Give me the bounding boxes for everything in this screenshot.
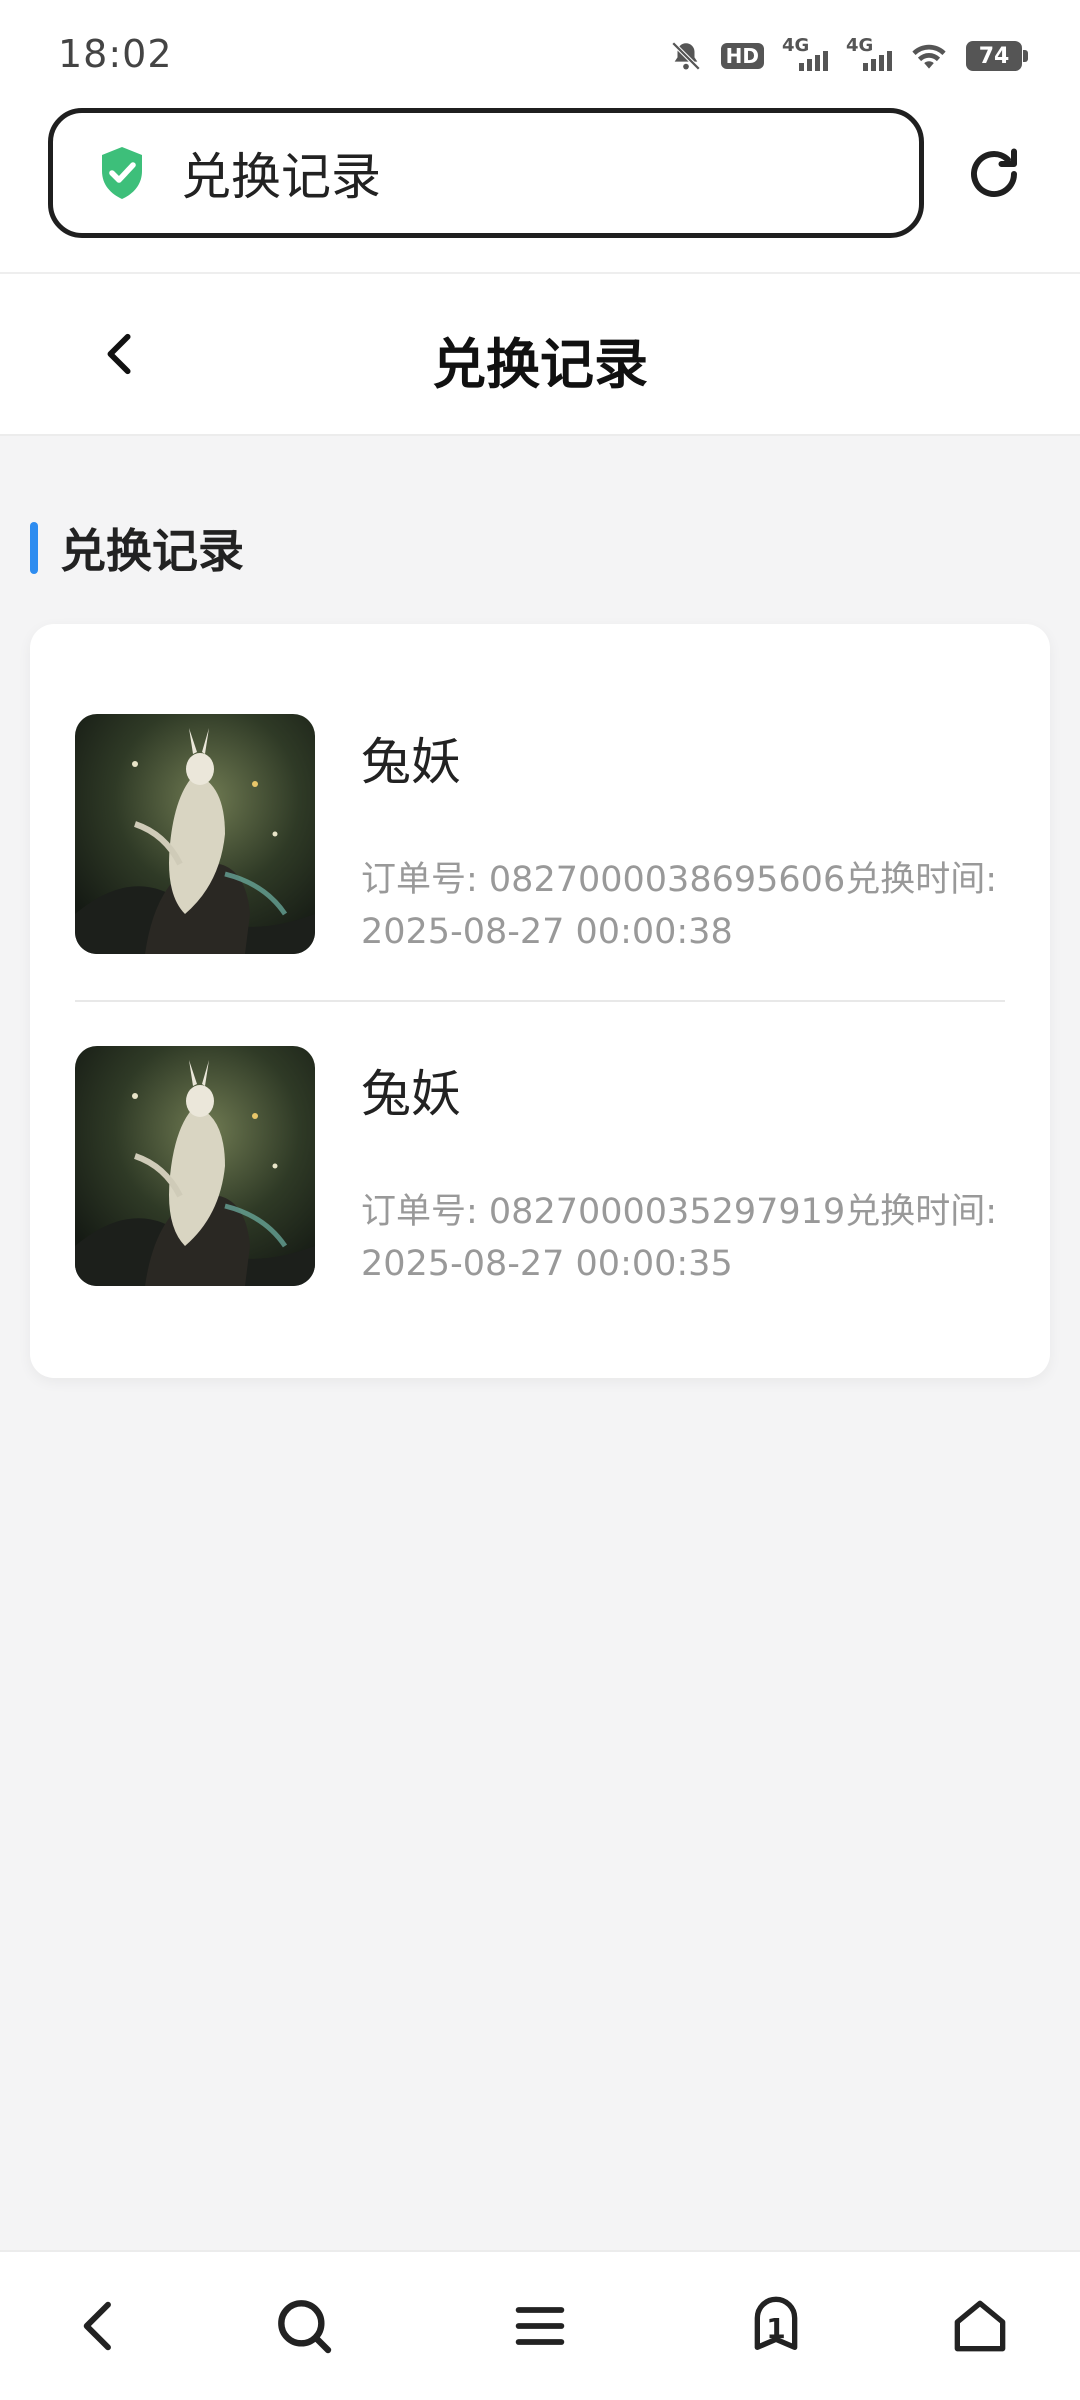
list-item[interactable]: 兔妖 订单号: 0827000035297919兑换时间: 2025-08-27… <box>75 1046 1005 1286</box>
signal-4g-icon: 4G <box>846 35 892 73</box>
section-accent-bar <box>30 522 38 574</box>
refresh-icon[interactable] <box>964 144 1024 204</box>
nav-back-button[interactable] <box>64 2290 136 2362</box>
wifi-icon <box>910 41 948 71</box>
item-order-info: 订单号: 0827000038695606兑换时间: 2025-08-27 00… <box>361 860 997 952</box>
page-header: 兑换记录 <box>0 274 1080 436</box>
bell-off-icon <box>669 39 703 73</box>
bottom-nav: 1 <box>0 2250 1080 2400</box>
browser-toolbar: 兑换记录 <box>0 100 1080 274</box>
status-icons: HD 4G 4G 74 <box>669 35 1028 76</box>
item-thumbnail <box>75 714 315 954</box>
signal-4g-icon: 4G <box>782 35 828 73</box>
nav-tabs-button[interactable]: 1 <box>740 2290 812 2362</box>
status-time: 18:02 <box>58 32 173 76</box>
search-icon <box>278 2300 332 2354</box>
nav-search-button[interactable] <box>268 2290 340 2362</box>
nav-home-button[interactable] <box>944 2290 1016 2362</box>
section-heading: 兑换记录 <box>30 518 244 578</box>
menu-icon <box>515 2307 565 2345</box>
item-name: 兔妖 <box>361 1065 461 1123</box>
home-icon <box>954 2300 1006 2352</box>
tab-count: 1 <box>766 2311 786 2345</box>
hd-icon: HD <box>720 43 764 69</box>
item-thumbnail <box>75 1046 315 1286</box>
list-item[interactable]: 兔妖 订单号: 0827000038695606兑换时间: 2025-08-27… <box>75 714 1005 954</box>
status-bar: 18:02 HD 4G 4G 74 <box>0 0 1080 100</box>
back-icon <box>83 2301 111 2351</box>
records-card: 兔妖 订单号: 0827000038695606兑换时间: 2025-08-27… <box>30 624 1050 1378</box>
address-text: 兑换记录 <box>181 148 381 206</box>
address-bar[interactable]: 兑换记录 <box>48 108 924 238</box>
section-title: 兑换记录 <box>60 524 244 578</box>
nav-menu-button[interactable] <box>504 2290 576 2362</box>
page-title: 兑换记录 <box>432 333 648 396</box>
item-name: 兔妖 <box>361 733 461 791</box>
battery-indicator: 74 <box>966 41 1028 71</box>
divider <box>75 1000 1005 1002</box>
item-order-info: 订单号: 0827000035297919兑换时间: 2025-08-27 00… <box>361 1192 997 1284</box>
hd-label: HD <box>720 43 764 69</box>
shield-check-icon <box>102 147 142 199</box>
